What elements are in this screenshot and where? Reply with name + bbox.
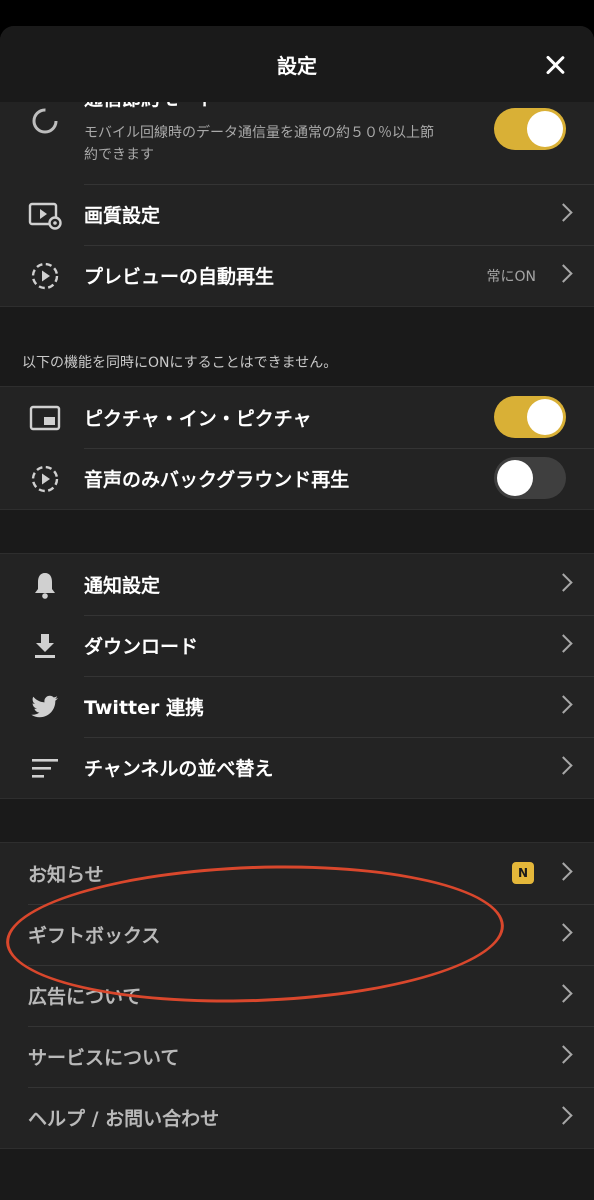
notification-settings-label: 通知設定 [84, 575, 161, 597]
data-saver-description: モバイル回線時のデータ通信量を通常の約５０％以上節 約できます [84, 122, 434, 166]
chevron-right-icon [554, 695, 573, 714]
gift-box-row[interactable]: ギフトボックス [0, 904, 594, 965]
chevron-right-icon [554, 573, 573, 592]
channel-sort-row[interactable]: チャンネルの並べ替え [0, 737, 594, 798]
picture-in-picture-icon [28, 401, 62, 435]
playback-group: ピクチャ・イン・ピクチャ 音声のみバックグラウンド再生 [0, 386, 594, 510]
background-audio-row: 音声のみバックグラウンド再生 [0, 448, 594, 509]
download-icon [28, 629, 62, 663]
background-audio-toggle[interactable] [494, 457, 566, 499]
news-row[interactable]: お知らせ N [0, 843, 594, 904]
download-label: ダウンロード [84, 636, 199, 658]
quality-settings-label: 画質設定 [84, 205, 161, 227]
help-contact-row[interactable]: ヘルプ / お問い合わせ [0, 1087, 594, 1148]
gift-box-label: ギフトボックス [28, 925, 161, 947]
page-title: 設定 [277, 54, 317, 78]
background-audio-label: 音声のみバックグラウンド再生 [84, 469, 350, 491]
bell-icon [28, 568, 62, 602]
chevron-right-icon [554, 203, 573, 222]
chevron-right-icon [554, 984, 573, 1003]
quality-settings-row[interactable]: 画質設定 [0, 184, 594, 245]
chevron-right-icon [554, 264, 573, 283]
general-settings-group: 通知設定 ダウンロード Twitter 連携 チャンネルの並べ替え [0, 553, 594, 799]
chevron-right-icon [554, 634, 573, 653]
sort-icon [28, 751, 62, 785]
chevron-right-icon [554, 862, 573, 881]
pip-toggle[interactable] [494, 396, 566, 438]
news-label: お知らせ [28, 864, 104, 886]
header: 設定 [0, 26, 594, 102]
autoplay-preview-row[interactable]: プレビューの自動再生 常にON [0, 245, 594, 306]
toggle-knob [527, 399, 563, 435]
data-saver-icon [28, 104, 62, 138]
toggle-knob [527, 111, 563, 147]
pip-row: ピクチャ・イン・ピクチャ [0, 387, 594, 448]
data-saver-description-line1: モバイル回線時のデータ通信量を通常の約５０％以上節 [84, 125, 434, 141]
video-settings-group: 通信節約モード モバイル回線時のデータ通信量を通常の約５０％以上節 約できます … [0, 78, 594, 307]
autoplay-preview-value: 常にON [486, 269, 537, 285]
twitter-integration-label: Twitter 連携 [84, 697, 204, 719]
twitter-integration-row[interactable]: Twitter 連携 [0, 676, 594, 737]
about-ads-row[interactable]: 広告について [0, 965, 594, 1026]
exclusive-options-note: 以下の機能を同時にONにすることはできません。 [22, 355, 338, 371]
chevron-right-icon [554, 923, 573, 942]
about-service-row[interactable]: サービスについて [0, 1026, 594, 1087]
autoplay-preview-label: プレビューの自動再生 [84, 266, 275, 288]
settings-sheet: 設定 通信節約モード モバイル回線時のデータ通信量を通常の約５０％以上節 約でき… [0, 26, 594, 1200]
chevron-right-icon [554, 756, 573, 775]
close-button[interactable] [536, 46, 574, 84]
download-row[interactable]: ダウンロード [0, 615, 594, 676]
channel-sort-label: チャンネルの並べ替え [84, 758, 274, 780]
chevron-right-icon [554, 1045, 573, 1064]
about-service-label: サービスについて [28, 1047, 180, 1069]
chevron-right-icon [554, 1106, 573, 1125]
background-audio-icon [28, 462, 62, 496]
video-settings-icon [28, 198, 62, 232]
autoplay-icon [28, 259, 62, 293]
new-badge: N [512, 862, 534, 884]
notification-settings-row[interactable]: 通知設定 [0, 554, 594, 615]
twitter-icon [28, 690, 62, 724]
data-saver-description-line2: 約できます [84, 147, 154, 163]
about-ads-label: 広告について [28, 986, 142, 1008]
help-contact-label: ヘルプ / お問い合わせ [28, 1108, 220, 1130]
data-saver-toggle[interactable] [494, 108, 566, 150]
pip-label: ピクチャ・イン・ピクチャ [84, 408, 312, 430]
toggle-knob [497, 460, 533, 496]
info-group: お知らせ N ギフトボックス 広告について サービスについて ヘルプ / お問い… [0, 842, 594, 1149]
